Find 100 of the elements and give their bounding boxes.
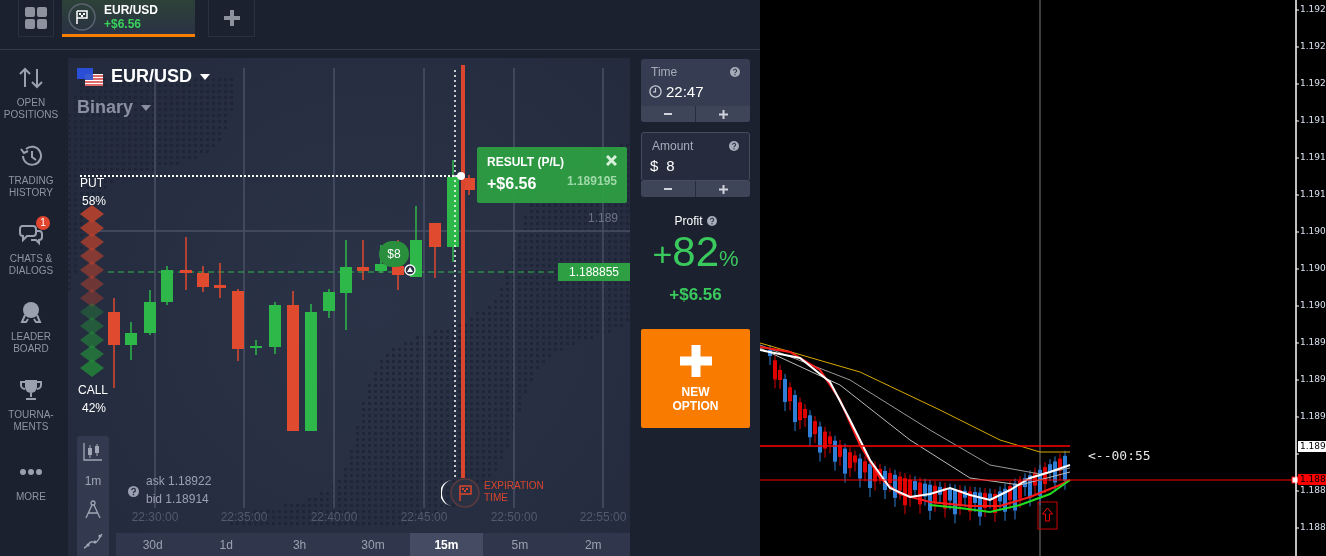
help-icon[interactable] [730, 67, 740, 77]
candle [180, 237, 192, 290]
candle [144, 290, 156, 335]
candle [250, 340, 262, 355]
candle [357, 240, 369, 280]
call-label: CALL [78, 383, 109, 397]
help-icon[interactable] [706, 216, 717, 226]
interval-selector[interactable]: 1m [84, 474, 102, 488]
axis-label: 1.190 [1299, 226, 1326, 237]
axis-label: 1.191 [1299, 115, 1326, 126]
notification-badge: 1 [36, 216, 50, 230]
candle [161, 266, 173, 305]
axis-label: 1.192 [1299, 78, 1326, 89]
candle [429, 223, 441, 278]
period-tab[interactable]: 3h [262, 533, 337, 556]
candles-icon[interactable] [83, 442, 103, 462]
axis-label: 1.188 [1299, 485, 1326, 496]
call-percent: 42% [82, 401, 107, 415]
close-icon[interactable] [606, 155, 617, 166]
ask-price: ask 1.18922 [146, 474, 212, 488]
sidebar-item[interactable]: CHATS & DIALOGS [8, 253, 54, 277]
candle [197, 266, 209, 292]
countdown-label: <--00:55 [1088, 448, 1151, 463]
axis-label: 1.189 [1298, 441, 1326, 452]
chat-bubbles-icon[interactable] [19, 222, 43, 246]
period-tab[interactable]: 30m [336, 533, 410, 556]
tab-title: EUR/USD [104, 3, 158, 17]
period-tab[interactable]: 30d [116, 533, 190, 556]
current-price-tag: 1.188855 [558, 263, 630, 281]
sidebar-item[interactable]: TRADING HISTORY [8, 175, 54, 199]
arrows-icon[interactable] [19, 66, 43, 90]
investment-bubble: $8 [379, 241, 409, 267]
amount-value: 8 [666, 157, 675, 174]
candle [269, 302, 281, 354]
profit-value: +$6.56 [668, 285, 723, 305]
put-label: PUT [80, 176, 104, 190]
tab-profit: +$6.56 [104, 17, 143, 31]
time-axis-label: 22:40:00 [309, 510, 359, 524]
sidebar-item[interactable]: MORE [16, 491, 46, 503]
sidebar-item[interactable]: LEADER BOARD [11, 331, 51, 355]
period-tab[interactable]: 15m [409, 533, 484, 556]
plus-icon [679, 344, 712, 377]
compass-icon[interactable] [83, 500, 103, 520]
axis-label: 1.190 [1299, 300, 1326, 311]
put-percent: 58% [82, 194, 107, 208]
period-tab[interactable]: 1d [189, 533, 263, 556]
candle [214, 263, 226, 298]
field-label: Amount [652, 139, 694, 153]
currency-sign: $ [650, 157, 659, 174]
amount-field[interactable]: Amount $ 8 [641, 132, 750, 181]
axis-label: 1.191 [1299, 189, 1326, 200]
option-type-selector[interactable]: Binary [77, 97, 134, 118]
add-tab-button[interactable] [208, 0, 255, 37]
caret-icon[interactable] [200, 73, 210, 80]
profit-percent: +82% [651, 230, 740, 277]
profit-label: Profit [674, 214, 703, 228]
apps-button[interactable] [18, 0, 54, 37]
minus-icon [664, 113, 672, 115]
candle [125, 322, 137, 360]
price-dot [457, 172, 465, 180]
time-field[interactable]: Time 22:47 [641, 59, 750, 122]
candle [410, 206, 422, 277]
axis-label: 1.191 [1299, 152, 1326, 163]
axis-label: 1.192 [1299, 41, 1326, 52]
period-tab[interactable]: 5m [483, 533, 557, 556]
time-value: 22:47 [666, 83, 704, 100]
axis-label: 1.192 [1299, 4, 1326, 15]
sidebar-item[interactable]: OPEN POSITIONS [3, 97, 59, 121]
result-title: RESULT (P/L) [487, 155, 565, 169]
asset-tab[interactable]: EUR/USD +$6.56 [62, 0, 195, 37]
asset-selector[interactable]: EUR/USD [111, 66, 192, 87]
candle [232, 289, 244, 361]
plus-icon [718, 184, 728, 194]
plus-icon [223, 10, 240, 26]
sidebar-item[interactable]: TOURNA- MENTS [8, 409, 54, 433]
expiration-label: EXPIRATION TIME [484, 480, 544, 504]
flag-icon [68, 3, 96, 31]
result-value: +$6.56 [487, 175, 538, 193]
help-icon[interactable] [128, 486, 139, 497]
medal-icon[interactable] [19, 300, 43, 324]
flag-icon [441, 477, 481, 509]
grid-icon [25, 7, 47, 29]
minus-icon [664, 188, 672, 190]
axis-label: 1.188 [1299, 522, 1326, 533]
axis-label: 1.189 [1299, 337, 1326, 348]
clock-icon [649, 85, 662, 98]
help-icon[interactable] [729, 141, 739, 151]
flags-icon [77, 67, 103, 86]
time-axis-label: 22:45:00 [399, 510, 449, 524]
clock-icon[interactable] [19, 144, 43, 168]
period-tab[interactable]: 2m [556, 533, 630, 556]
increase-button[interactable] [696, 181, 750, 197]
field-label: Time [651, 65, 678, 79]
increase-button[interactable] [696, 106, 750, 122]
result-price: 1.189195 [566, 174, 617, 188]
time-axis-label: 22:35:00 [219, 510, 269, 524]
axis-label: 1.189 [1299, 411, 1326, 422]
trophy-icon[interactable] [19, 378, 43, 402]
axis-label: 1.189 [1299, 374, 1326, 385]
candle [323, 289, 335, 318]
